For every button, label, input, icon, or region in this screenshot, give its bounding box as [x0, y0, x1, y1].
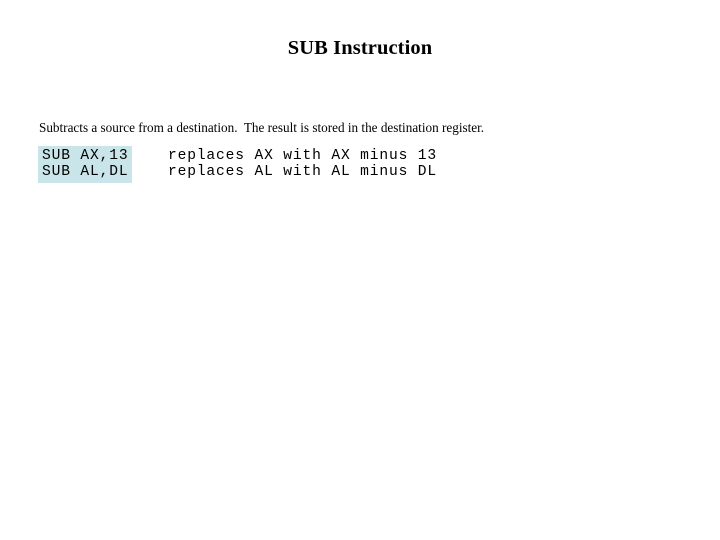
page-title: SUB Instruction	[287, 37, 433, 59]
instruction-description: Subtracts a source from a destination. T…	[39, 120, 485, 135]
comment-line: replaces AL with AL minus DL	[168, 164, 438, 180]
example-table: SUB AX,13 SUB AL,DL replaces AX with AX …	[38, 146, 678, 186]
code-line: SUB AX,13	[42, 148, 129, 164]
slide-canvas: SUB Instruction Subtracts a source from …	[0, 0, 720, 540]
code-line: SUB AL,DL	[42, 164, 129, 180]
code-highlight-block: SUB AX,13 SUB AL,DL	[38, 146, 133, 183]
comment-block: replaces AX with AX minus 13 replaces AL…	[168, 146, 437, 183]
comment-line: replaces AX with AX minus 13	[168, 148, 438, 164]
